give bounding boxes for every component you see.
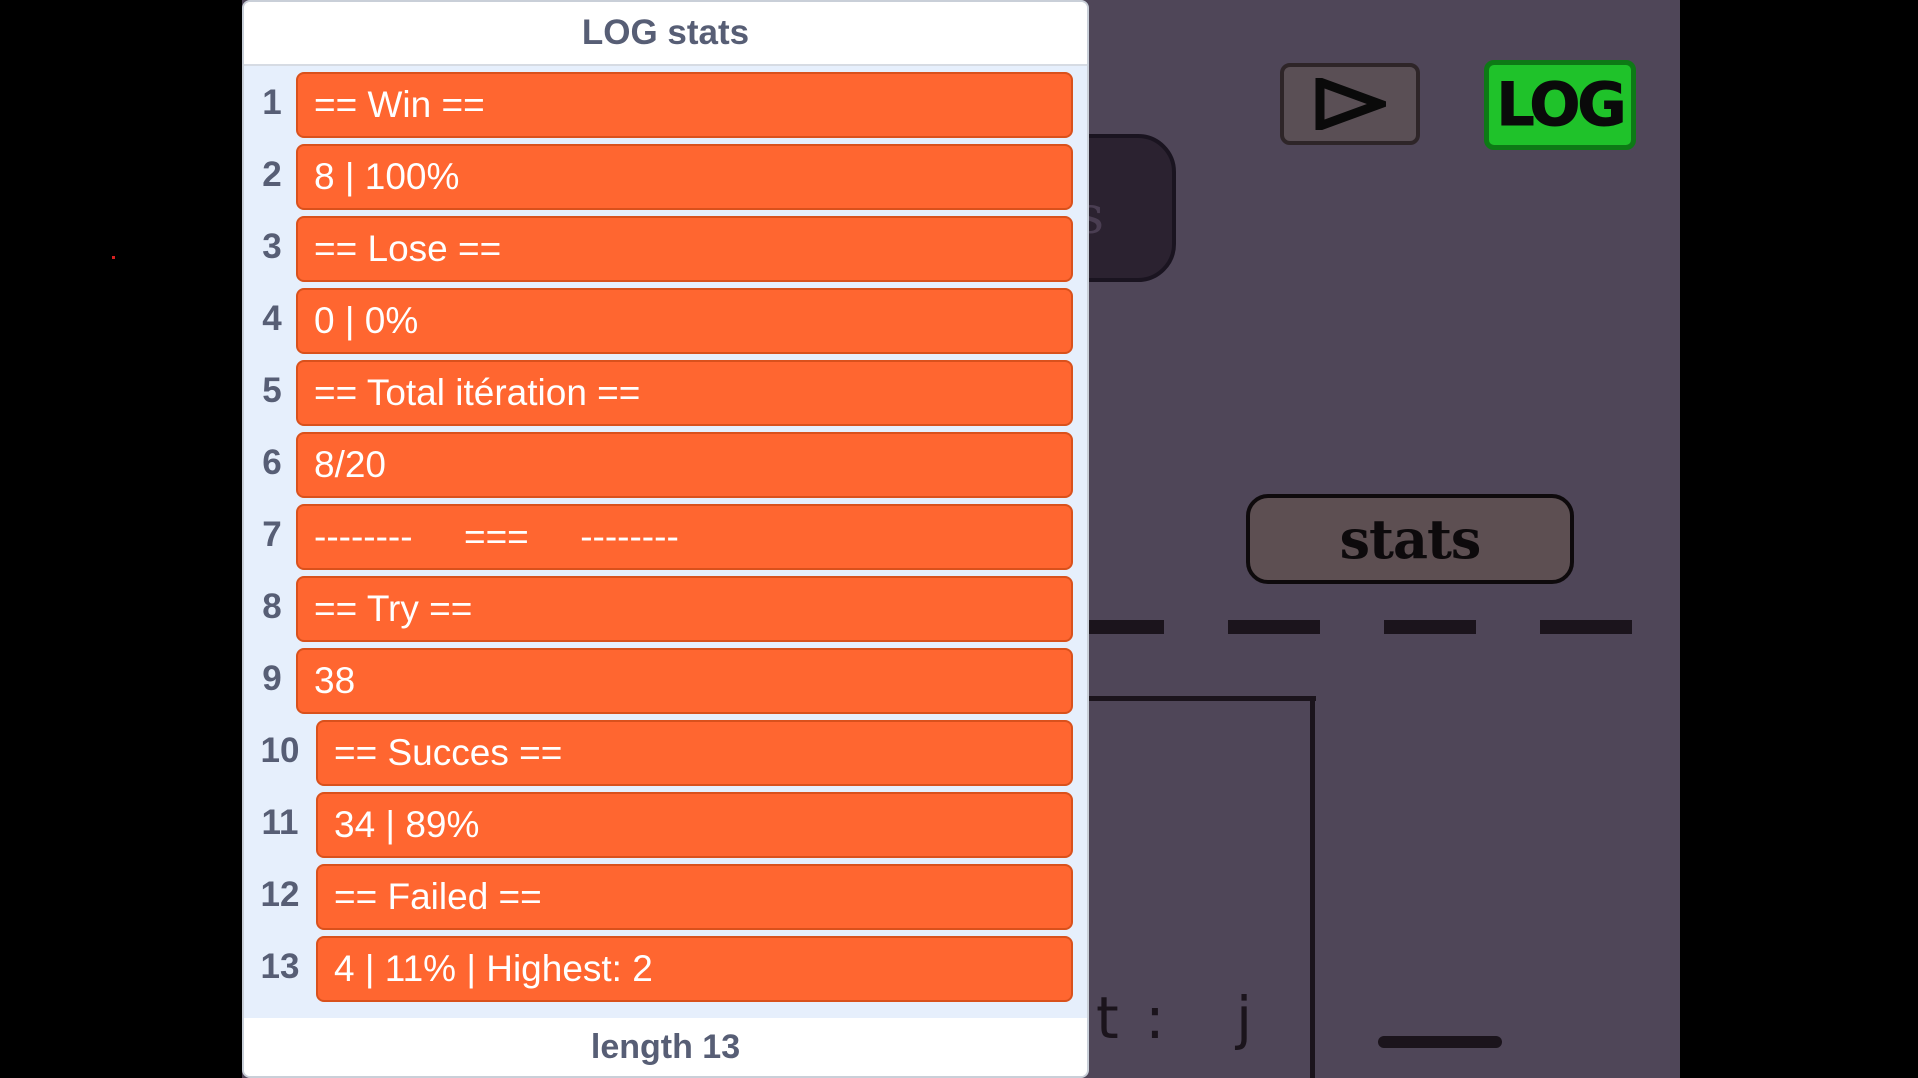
list-item-index: 6 [262, 443, 282, 482]
dash-line-segment [1228, 620, 1320, 634]
list-item-index: 2 [262, 155, 282, 194]
red-dot [112, 256, 115, 259]
list-item: 10 == Succes == [244, 717, 1087, 789]
list-item-index: 4 [262, 299, 282, 338]
list-item: 13 4 | 11% | Highest: 2 [244, 933, 1087, 1005]
play-button[interactable] [1280, 63, 1420, 145]
list-item-value[interactable]: == Total itération == [296, 360, 1073, 426]
list-item-value[interactable]: == Succes == [316, 720, 1073, 786]
list-item-value[interactable]: == Try == [296, 576, 1073, 642]
dash-line-segment [1540, 620, 1632, 634]
list-item-index: 12 [260, 875, 300, 914]
list-item-value[interactable]: 0 | 0% [296, 288, 1073, 354]
list-item-index: 10 [260, 731, 300, 770]
dash-line-segment [1384, 620, 1476, 634]
list-item: 5 == Total itération == [244, 357, 1087, 429]
list-item-value[interactable]: == Failed == [316, 864, 1073, 930]
list-item: 12 == Failed == [244, 861, 1087, 933]
list-item-value[interactable]: 8 | 100% [296, 144, 1073, 210]
list-item-index: 8 [262, 587, 282, 626]
list-item-value[interactable]: 8/20 [296, 432, 1073, 498]
list-item-value[interactable]: == Lose == [296, 216, 1073, 282]
list-item-value[interactable]: -------- === -------- [296, 504, 1073, 570]
list-item: 6 8/20 [244, 429, 1087, 501]
stats-button[interactable]: stats [1246, 494, 1574, 584]
log-button[interactable]: LOG [1484, 60, 1636, 150]
list-item-value[interactable]: == Win == [296, 72, 1073, 138]
bottom-underline [1378, 1036, 1502, 1048]
list-item-index: 1 [262, 83, 282, 122]
list-item-index: 13 [260, 947, 300, 986]
list-item: 3 == Lose == [244, 213, 1087, 285]
list-item-value[interactable]: 34 | 89% [316, 792, 1073, 858]
list-item-index: 3 [262, 227, 282, 266]
list-items[interactable]: 1 == Win == 2 8 | 100% 3 == Lose == 4 0 … [244, 66, 1087, 1020]
list-item-index: 9 [262, 659, 282, 698]
list-item-index: 7 [262, 515, 282, 554]
list-length-footer: length 13 [244, 1018, 1087, 1076]
list-item: 8 == Try == [244, 573, 1087, 645]
list-item: 11 34 | 89% [244, 789, 1087, 861]
game-stage: s LOG stats t : j LOG stats 1 == Win == … [0, 0, 1918, 1078]
play-triangle-icon [1315, 78, 1386, 130]
list-item-index: 11 [261, 803, 299, 842]
list-item: 2 8 | 100% [244, 141, 1087, 213]
list-item: 9 38 [244, 645, 1087, 717]
list-item-index: 5 [262, 371, 282, 410]
list-monitor-log-stats[interactable]: LOG stats 1 == Win == 2 8 | 100% 3 == Lo… [242, 0, 1089, 1078]
list-item: 7 -------- === -------- [244, 501, 1087, 573]
list-title: LOG stats [244, 2, 1087, 66]
list-item-value[interactable]: 4 | 11% | Highest: 2 [316, 936, 1073, 1002]
list-item: 1 == Win == [244, 69, 1087, 141]
bottom-game-text: t : j [1096, 984, 1257, 1052]
box-outline-right [1310, 696, 1315, 1078]
box-outline-top [1060, 696, 1316, 701]
list-item: 4 0 | 0% [244, 285, 1087, 357]
list-item-value[interactable]: 38 [296, 648, 1073, 714]
